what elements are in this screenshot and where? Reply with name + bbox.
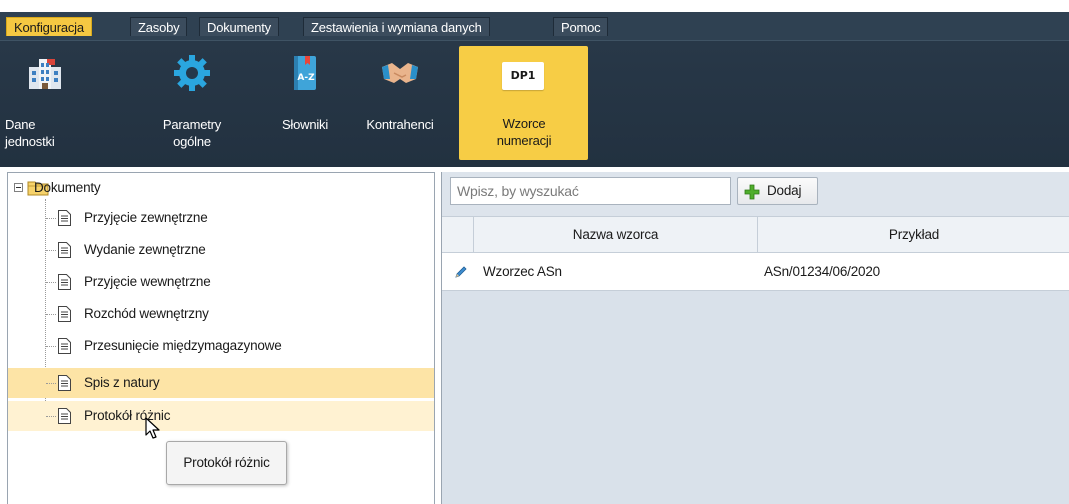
tree-item-label: Wydanie zewnętrzne [84,242,206,257]
tree-item-spis-z-natury[interactable]: Spis z natury [8,368,434,398]
tree-item-przyjecie-zewnetrzne[interactable]: Przyjęcie zewnętrzne [8,203,434,233]
grid-header-icon-column [442,217,474,252]
ribbon-label-kontrahenci: Kontrahenci [366,117,434,132]
tab-konfiguracja[interactable]: Konfiguracja [6,17,92,36]
tree-branch-line [46,383,56,384]
tree-item-przyjecie-wewnetrzne[interactable]: Przyjęcie wewnętrzne [8,267,434,297]
handshake-icon [382,63,418,83]
tooltip: Protokół różnic [166,441,287,485]
cell-przyklad: ASn/01234/06/2020 [764,264,880,279]
document-icon [58,338,71,354]
tab-zestawienia[interactable]: Zestawienia i wymiana danych [303,17,490,36]
document-icon [58,306,71,322]
tree-item-protokol-roznic[interactable]: Protokół różnic [8,401,434,431]
ribbon-label-slowniki: Słowniki [281,117,329,132]
ribbon-parametry-button[interactable]: Parametry ogólne [153,47,231,159]
add-button-label: Dodaj [767,183,802,198]
tree-item-label: Przesunięcie międzymagazynowe [84,338,282,353]
menu-bar: Konfiguracja Zasoby Dokumenty Zestawieni… [0,12,1069,40]
document-icon [58,210,71,226]
building-icon [29,59,61,89]
tree-root-dokumenty[interactable]: Dokumenty [8,175,308,201]
dictionary-book-icon: A-Z [294,56,316,90]
ribbon-kontrahenci-button[interactable]: Kontrahenci [352,47,448,159]
tree-item-label: Rozchód wewnętrzny [84,306,209,321]
column-header-nazwa[interactable]: Nazwa wzorca [474,217,758,252]
dp1-icon-text: DP1 [510,69,536,82]
table-row[interactable]: Wzorzec ASn ASn/01234/06/2020 [442,253,1069,291]
tree-item-label: Spis z natury [84,375,160,390]
tab-dokumenty[interactable]: Dokumenty [199,17,279,36]
ribbon-slowniki-button[interactable]: A-Z Słowniki [270,47,340,159]
column-header-przyklad[interactable]: Przykład [758,217,1069,252]
plus-icon [744,184,760,200]
search-input[interactable] [450,177,731,205]
tree-branch-line [46,346,56,347]
svg-text:A-Z: A-Z [297,73,315,83]
add-button[interactable]: Dodaj [737,177,818,205]
tree-root-label: Dokumenty [34,180,101,195]
ribbon-label-dane-jednostki: Dane jednostki [5,117,55,149]
document-icon [58,375,71,391]
tab-pomoc[interactable]: Pomoc [553,17,609,36]
tree-item-przesuniecie[interactable]: Przesunięcie międzymagazynowe [8,331,434,361]
ribbon-wzorce-numeracji-button[interactable]: DP1 Wzorce numeracji [459,46,588,160]
numbering-templates-panel: Dodaj Nazwa wzorca Przykład Wzorzec ASn … [441,172,1069,504]
ribbon: Dane jednostki Parametry ogólne A-Z Słow… [0,40,1069,167]
cell-nazwa: Wzorzec ASn [483,264,562,279]
tree-branch-line [46,250,56,251]
tree-branch-line [46,416,56,417]
document-icon [58,274,71,290]
tree-branch-line [46,218,56,219]
tree-item-wydanie-zewnetrzne[interactable]: Wydanie zewnętrzne [8,235,434,265]
edit-pencil-icon[interactable] [454,265,468,279]
ribbon-label-parametry: Parametry ogólne [162,117,222,149]
dp1-template-icon: DP1 [502,62,544,90]
grid-header: Nazwa wzorca Przykład [442,216,1069,253]
tree-branch-line [46,314,56,315]
tree-item-label: Przyjęcie wewnętrzne [84,274,211,289]
tree-item-rozchod-wewnetrzny[interactable]: Rozchód wewnętrzny [8,299,434,329]
window-top-strip [0,0,1069,12]
collapse-toggle-icon[interactable] [14,183,23,192]
tree-branch-line [46,282,56,283]
ribbon-dane-jednostki-button[interactable]: Dane jednostki [5,47,85,159]
gear-icon [174,55,210,91]
ribbon-label-wzorce: Wzorce numeracji [496,116,552,148]
mouse-cursor-icon [145,417,160,439]
document-icon [58,408,71,424]
tree-item-label: Przyjęcie zewnętrzne [84,210,208,225]
tab-zasoby[interactable]: Zasoby [130,17,188,36]
document-icon [58,242,71,258]
